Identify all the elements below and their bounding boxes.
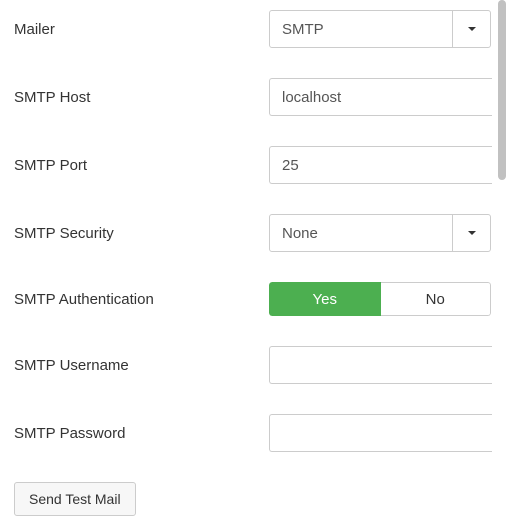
smtp-auth-no-button[interactable]: No	[381, 282, 492, 316]
row-actions: Send Test Mail	[14, 482, 492, 516]
label-smtp-host: SMTP Host	[14, 89, 269, 106]
row-mailer: Mailer SMTP	[14, 10, 492, 48]
row-smtp-port: SMTP Port	[14, 146, 492, 184]
control-smtp-security: None	[269, 214, 492, 252]
mailer-select[interactable]: SMTP	[269, 10, 491, 48]
label-smtp-password: SMTP Password	[14, 425, 269, 442]
chevron-down-icon	[452, 11, 490, 47]
smtp-auth-yes-button[interactable]: Yes	[269, 282, 381, 316]
smtp-password-input[interactable]	[269, 414, 492, 452]
mailer-select-value: SMTP	[282, 21, 324, 38]
row-smtp-host: SMTP Host	[14, 78, 492, 116]
scrollbar-track	[498, 0, 506, 505]
control-smtp-username	[269, 346, 492, 384]
label-smtp-username: SMTP Username	[14, 357, 269, 374]
scrollbar-thumb[interactable]	[498, 0, 506, 180]
control-smtp-host	[269, 78, 492, 116]
smtp-port-input[interactable]	[269, 146, 492, 184]
label-mailer: Mailer	[14, 21, 269, 38]
label-smtp-auth: SMTP Authentication	[14, 291, 269, 308]
control-mailer: SMTP	[269, 10, 492, 48]
label-smtp-port: SMTP Port	[14, 157, 269, 174]
control-smtp-port	[269, 146, 492, 184]
row-smtp-password: SMTP Password	[14, 414, 492, 452]
row-smtp-username: SMTP Username	[14, 346, 492, 384]
row-smtp-security: SMTP Security None	[14, 214, 492, 252]
mailer-select-wrap: SMTP	[269, 10, 491, 48]
label-smtp-security: SMTP Security	[14, 225, 269, 242]
control-smtp-password	[269, 414, 492, 452]
send-test-mail-button[interactable]: Send Test Mail	[14, 482, 136, 516]
chevron-down-icon	[452, 215, 490, 251]
mail-settings-form: Mailer SMTP SMTP Host SMTP Port SMTP	[0, 0, 506, 526]
smtp-host-input[interactable]	[269, 78, 492, 116]
smtp-security-select-value: None	[282, 225, 318, 242]
row-smtp-auth: SMTP Authentication Yes No	[14, 282, 492, 316]
smtp-security-select[interactable]: None	[269, 214, 491, 252]
smtp-auth-toggle: Yes No	[269, 282, 491, 316]
control-smtp-auth: Yes No	[269, 282, 492, 316]
smtp-username-input[interactable]	[269, 346, 492, 384]
smtp-security-select-wrap: None	[269, 214, 491, 252]
